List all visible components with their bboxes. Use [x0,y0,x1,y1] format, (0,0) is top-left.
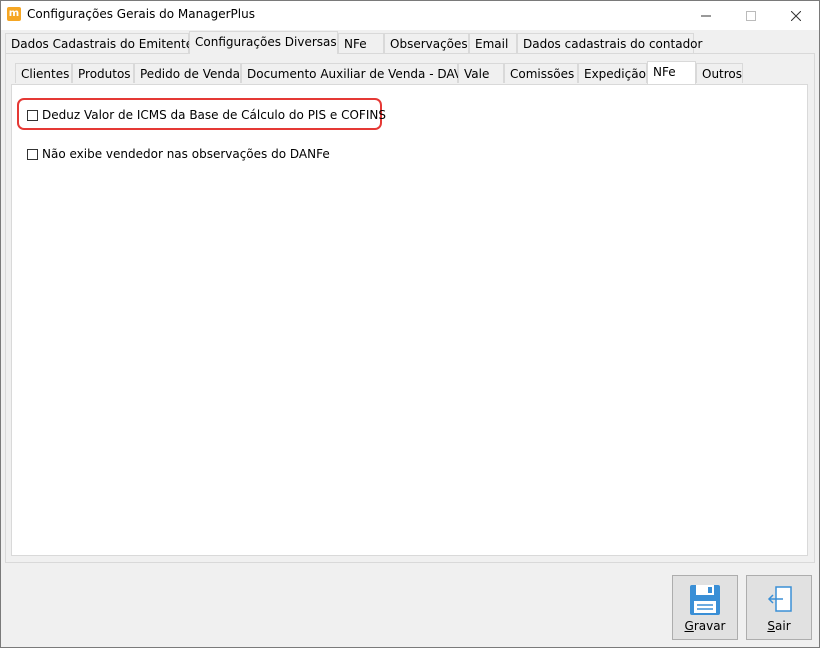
subtab-dav[interactable]: Documento Auxiliar de Venda - DAV [241,63,462,83]
tab-observacoes[interactable]: Observações [384,33,469,53]
subtab-vale[interactable]: Vale [458,63,504,83]
exit-door-icon [767,586,792,612]
close-icon [791,10,801,21]
tab-dados-cadastrais-emitente[interactable]: Dados Cadastrais do Emitente [5,33,193,53]
save-button-label: Gravar [684,619,726,633]
close-button[interactable] [773,1,819,30]
tab-email[interactable]: Email [469,33,517,53]
subtab-outros[interactable]: Outros [696,63,743,83]
sub-tab-strip: Clientes Produtos Pedido de Venda Docume… [11,61,808,84]
tab-nfe[interactable]: NFe [338,33,384,53]
option-nao-exibe-vendedor-label: Não exibe vendedor nas observações do DA… [42,147,330,161]
subtab-expedicao[interactable]: Expedição [578,63,647,83]
tab-configuracoes-diversas[interactable]: Configurações Diversas [189,31,338,54]
option-deduz-icms[interactable]: Deduz Valor de ICMS da Base de Cálculo d… [27,108,386,122]
window-title: Configurações Gerais do ManagerPlus [27,7,255,21]
checkbox-deduz-icms[interactable] [27,109,38,121]
exit-button[interactable]: Sair [746,575,812,640]
save-button[interactable]: Gravar [672,575,738,640]
subtab-pedido-de-venda[interactable]: Pedido de Venda [134,63,241,83]
subtab-nfe[interactable]: NFe [647,61,696,84]
settings-window: m Configurações Gerais do ManagerPlus Da… [0,0,820,648]
option-deduz-icms-label: Deduz Valor de ICMS da Base de Cálculo d… [42,108,386,122]
minimize-icon [701,15,711,16]
subtab-produtos[interactable]: Produtos [72,63,134,83]
option-nao-exibe-vendedor[interactable]: Não exibe vendedor nas observações do DA… [27,147,330,161]
exit-button-label: Sair [767,619,791,633]
checkbox-nao-exibe-vendedor[interactable] [27,148,38,160]
title-bar: m Configurações Gerais do ManagerPlus [1,1,819,30]
subtab-clientes[interactable]: Clientes [15,63,72,83]
main-tab-strip: Dados Cadastrais do Emitente Configuraçõ… [5,31,815,54]
maximize-button[interactable] [728,1,774,30]
floppy-disk-icon [690,585,720,615]
app-icon: m [7,7,21,21]
minimize-button[interactable] [683,1,729,30]
maximize-icon [746,10,756,21]
tab-dados-cadastrais-contador[interactable]: Dados cadastrais do contador [517,33,702,53]
subtab-comissoes[interactable]: Comissões [504,63,578,83]
